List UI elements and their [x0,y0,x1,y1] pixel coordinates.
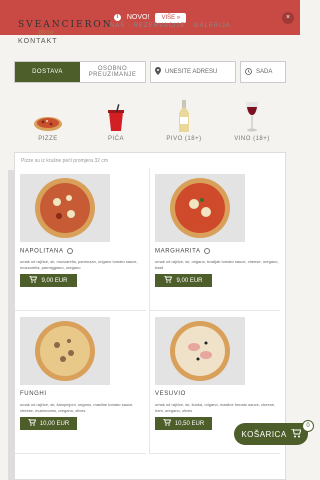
price-label: 9,00 EUR [176,277,203,284]
product-description: umak od rajčice, sir, mozzarella, parmez… [20,259,138,270]
category-label: PIZZE [38,136,58,142]
category-nav: PIZZE PIĆA PIVO (18+) VINO (18+) [14,100,286,142]
cart-icon [164,275,173,285]
delivery-option[interactable]: DOSTAVA [15,62,80,82]
category-label: PIĆA [107,136,124,142]
price-label: 9,00 EUR [41,277,68,284]
cart-label: KOŠARICA [241,429,287,439]
product-name: FUNGHI [20,391,47,397]
cart-icon [162,418,171,428]
grid-note: Pizze su iz krušne peći promjera 32 cm [21,158,108,164]
product-card: NAPOLITANA umak od rajčice, sir, mozzare… [15,168,146,311]
price-label: 10,00 EUR [39,420,70,427]
product-image[interactable] [20,174,110,242]
delivery-toggle: DOSTAVA OSOBNO PREUZIMANJE [14,61,146,83]
cup-icon [101,100,131,132]
product-image[interactable] [20,317,110,385]
product-image[interactable] [155,317,245,385]
cart-button[interactable]: KOŠARICA [234,423,308,445]
add-to-cart-button[interactable]: 9,00 EUR [20,274,77,287]
category-pizze[interactable]: PIZZE [14,100,82,142]
time-select[interactable]: SADA [240,61,286,83]
product-description: umak od rajčice, sir, šunka, origano, ma… [155,402,276,413]
product-description: umak od rajčice, sir, origano, bosiljak … [155,259,279,270]
price-label: 10,50 EUR [174,420,205,427]
product-card: FUNGHI umak od rajčice, sir, šampinjoni,… [15,311,146,454]
product-image[interactable] [155,174,245,242]
category-vino[interactable]: VINO (18+) [218,100,286,142]
location-pin-icon [155,67,161,77]
add-to-cart-button[interactable]: 10,50 EUR [155,417,212,430]
time-value: SADA [256,69,273,75]
address-placeholder: UNESITE ADRESU [165,69,218,75]
cart-icon [27,418,36,428]
product-card: MARGHARITA umak od rajčice, sir, origano… [149,168,280,311]
close-banner-button[interactable]: × [282,12,294,24]
pickup-option[interactable]: OSOBNO PREUZIMANJE [80,62,145,82]
more-button[interactable]: VIŠE » [155,12,187,23]
cart-icon [29,275,38,285]
product-description: umak od rajčice, sir, šampinjoni, origan… [20,402,134,413]
pizza-icon [33,100,63,132]
top-nav[interactable]: NAŠ · REZERVACIJE · GALERIJA [110,23,231,29]
address-input[interactable]: UNESITE ADRESU [150,61,236,83]
nav-kontakt[interactable]: KONTAKT [18,38,58,45]
add-to-cart-button[interactable]: 10,00 EUR [20,417,77,430]
category-pica[interactable]: PIĆA [82,100,150,142]
cart-count-badge: 0 [302,420,314,432]
beer-bottle-icon [169,100,199,132]
category-pivo[interactable]: PIVO (18+) [150,100,218,142]
delivery-bar: DOSTAVA OSOBNO PREUZIMANJE UNESITE ADRES… [14,61,286,85]
clock-icon [245,67,252,77]
product-name: VESUVIO [155,391,186,397]
vegetarian-icon [203,248,210,254]
category-label: VINO (18+) [234,136,270,142]
product-name: NAPOLITANA [20,248,73,255]
cart-icon [290,428,302,440]
vegetarian-icon [66,248,73,254]
banner-text: NOVO! [126,14,150,21]
info-icon: i [113,14,121,21]
add-to-cart-button[interactable]: 9,00 EUR [155,274,212,287]
category-label: PIVO (18+) [166,136,202,142]
product-name: MARGHARITA [155,248,210,255]
logo[interactable]: SVEANCIERON [18,20,113,30]
logo-subtitle: pizza [38,29,54,36]
wine-glass-icon [237,100,267,132]
